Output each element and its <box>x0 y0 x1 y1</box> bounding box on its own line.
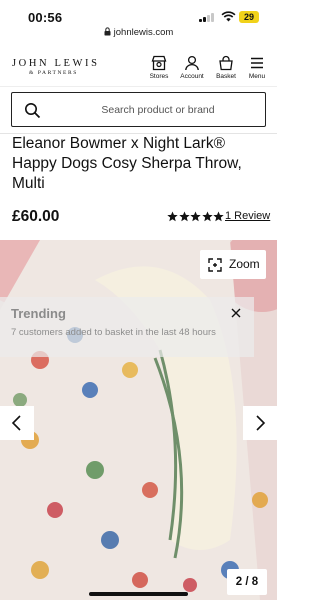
close-icon[interactable] <box>230 307 242 319</box>
stores-button[interactable]: Stores <box>142 55 176 80</box>
wifi-icon <box>221 11 236 22</box>
trending-text: 7 customers added to basket in the last … <box>11 327 216 338</box>
status-bar: 00:56 29 <box>0 0 277 28</box>
trending-title: Trending <box>11 306 66 321</box>
next-image-button[interactable] <box>243 406 277 440</box>
product-price: £60.00 <box>12 208 60 225</box>
star-icon <box>213 211 224 222</box>
review-link[interactable]: 1 Review <box>225 210 270 222</box>
account-label: Account <box>180 73 204 80</box>
zoom-label: Zoom <box>229 257 260 271</box>
search-box[interactable] <box>11 92 266 127</box>
store-icon <box>151 55 167 71</box>
zoom-button[interactable]: Zoom <box>200 250 266 279</box>
basket-icon <box>219 55 233 71</box>
logo-main: JOHN LEWIS <box>12 58 100 69</box>
menu-icon <box>251 57 263 69</box>
star-icon <box>178 211 190 222</box>
stores-label: Stores <box>149 73 169 80</box>
trending-notification: Trending 7 customers added to basket in … <box>0 297 254 357</box>
expand-icon <box>208 258 222 272</box>
image-counter: 2 / 8 <box>227 569 267 595</box>
status-time: 00:56 <box>28 10 63 25</box>
site-header: JOHN LEWIS & PARTNERS Stores Account Bas <box>0 43 277 87</box>
lock-icon <box>104 27 111 36</box>
menu-button[interactable]: Menu <box>240 55 274 80</box>
battery-indicator: 29 <box>239 11 259 23</box>
url-text: johnlewis.com <box>113 27 174 38</box>
chevron-right-icon <box>256 415 266 431</box>
account-button[interactable]: Account <box>175 55 209 80</box>
signal-icon <box>199 12 216 22</box>
star-rating[interactable] <box>167 211 225 222</box>
brand-logo[interactable]: JOHN LEWIS & PARTNERS <box>12 58 100 76</box>
previous-image-button[interactable] <box>0 406 34 440</box>
search-input[interactable] <box>58 94 258 125</box>
throw-photo <box>0 240 277 600</box>
star-icon <box>167 211 178 222</box>
product-image[interactable] <box>0 240 277 600</box>
home-indicator <box>89 592 188 596</box>
logo-sub: & PARTNERS <box>29 70 78 76</box>
account-icon <box>185 55 199 71</box>
search-icon <box>25 103 41 119</box>
basket-label: Basket <box>216 73 236 80</box>
star-icon <box>201 211 213 222</box>
product-title: Eleanor Bowmer x Night Lark® Happy Dogs … <box>12 135 242 192</box>
menu-label: Menu <box>248 73 266 80</box>
star-icon <box>190 211 201 222</box>
url-bar[interactable]: johnlewis.com <box>0 27 277 43</box>
chevron-left-icon <box>11 415 21 431</box>
product-page: 00:56 29 johnlewis.com JOHN LEWIS & PART… <box>0 0 277 600</box>
basket-button[interactable]: Basket <box>209 55 243 80</box>
